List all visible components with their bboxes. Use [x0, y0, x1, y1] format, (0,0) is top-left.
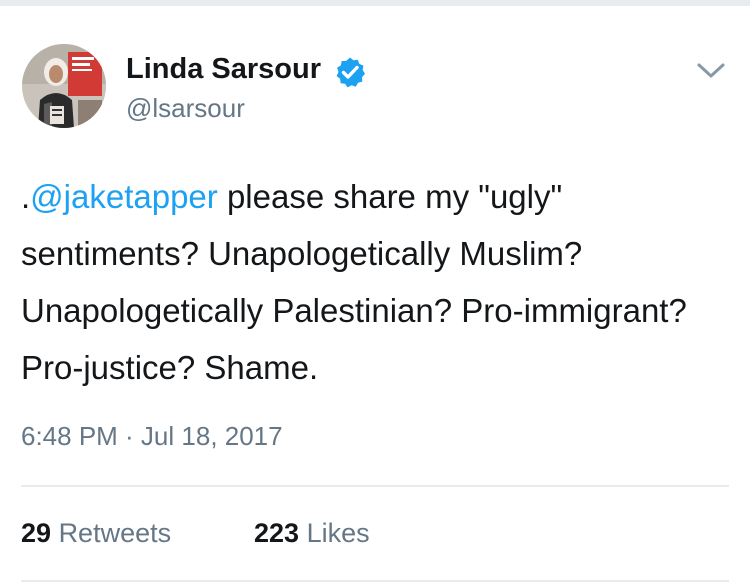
chevron-down-icon[interactable] — [694, 57, 728, 83]
divider — [21, 485, 729, 487]
top-border — [0, 0, 750, 6]
display-name[interactable]: Linda Sarsour — [126, 53, 321, 86]
tweet-text: .@jaketapper please share my "ugly" sent… — [21, 168, 721, 396]
retweets-count: 29 — [21, 518, 52, 548]
user-handle[interactable]: @lsarsour — [126, 93, 245, 124]
tweet-text-prefix: . — [21, 178, 31, 215]
likes-label: Likes — [306, 518, 370, 548]
likes-count: 223 — [254, 518, 300, 548]
verified-badge-icon — [336, 57, 365, 88]
avatar-image — [22, 44, 106, 128]
retweets-stat[interactable]: 29 Retweets — [21, 518, 171, 549]
likes-stat[interactable]: 223 Likes — [254, 518, 370, 549]
divider — [21, 580, 729, 582]
avatar[interactable] — [22, 44, 106, 128]
tweet-timestamp[interactable]: 6:48 PM · Jul 18, 2017 — [21, 421, 283, 452]
mention-link[interactable]: @jaketapper — [30, 178, 218, 215]
retweets-label: Retweets — [58, 518, 172, 548]
